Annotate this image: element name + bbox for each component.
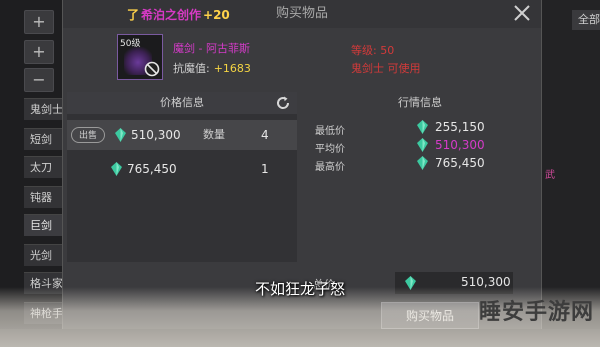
sell-badge: 出售 <box>71 127 105 143</box>
gem-currency-icon <box>417 156 428 170</box>
item-enhance-level: +20 <box>203 8 230 22</box>
collapse-button[interactable]: − <box>24 68 54 92</box>
price-listing-row[interactable]: 765,450 1 <box>67 154 297 184</box>
price-info-panel: 价格信息 出售 510,300 数量 4 765,450 1 <box>67 92 297 262</box>
sidebar-item-blunt[interactable]: 钝器 <box>24 186 62 208</box>
gem-currency-icon <box>111 162 122 176</box>
item-name-prefix: 了 <box>127 8 140 22</box>
market-max-value: 765,450 <box>435 156 485 170</box>
item-stat-value: +1683 <box>213 62 251 75</box>
refresh-icon[interactable] <box>275 95 291 111</box>
market-min-label: 最低价 <box>315 126 345 137</box>
filter-all-button[interactable]: 全部 <box>572 10 600 30</box>
item-name-text: 希泊之创作 <box>141 8 202 22</box>
item-stat-label: 抗魔值: <box>173 62 210 75</box>
market-info-title: 行情信息 <box>398 96 442 109</box>
requirement-level: 等级: 50 <box>351 44 395 57</box>
item-stat: 抗魔值: +1683 <box>173 60 251 76</box>
close-icon[interactable] <box>511 2 533 24</box>
site-watermark: 睡安手游网 <box>478 300 594 325</box>
listing-quantity: 1 <box>261 162 269 176</box>
sidebar-item-greatsword[interactable]: 巨剑 <box>24 214 62 236</box>
sidebar-item-katana[interactable]: 太刀 <box>24 156 62 178</box>
sidebar-item-ghost-swordsman[interactable]: 鬼剑士 <box>24 98 62 120</box>
gem-currency-icon <box>115 128 126 142</box>
item-name: 了希泊之创作 +20 <box>127 6 230 24</box>
market-min-value: 255,150 <box>435 120 485 134</box>
no-entry-icon <box>144 61 160 77</box>
item-icon-frame[interactable]: 50级 <box>117 34 163 80</box>
gem-currency-icon <box>417 120 428 134</box>
expand-button-1[interactable]: + <box>24 10 54 34</box>
listing-quantity: 4 <box>261 128 269 142</box>
requirement-class: 鬼剑士 可使用 <box>351 62 421 75</box>
market-avg-label: 平均价 <box>315 144 345 155</box>
gem-currency-icon <box>417 138 428 152</box>
sidebar-item-short-sword[interactable]: 短剑 <box>24 128 62 150</box>
sidebar-item-lightsaber[interactable]: 光剑 <box>24 244 62 266</box>
listing-price: 510,300 <box>131 128 181 142</box>
listing-price: 765,450 <box>127 162 177 176</box>
sidebar-item-gunner[interactable]: 神枪手 <box>24 302 62 324</box>
market-max-label: 最高价 <box>315 162 345 173</box>
item-class-text: 魔剑 - 阿古菲斯 <box>173 42 250 55</box>
quantity-label: 数量 <box>203 128 225 141</box>
price-listing-row[interactable]: 出售 510,300 数量 4 <box>67 120 297 150</box>
buy-button[interactable]: 购买物品 <box>381 302 479 329</box>
expand-button-2[interactable]: + <box>24 40 54 64</box>
market-info-panel: 行情信息 最低价 255,150 平均价 510,300 最高价 765,450 <box>303 92 537 202</box>
background-red-text: 武 <box>545 170 555 181</box>
market-avg-value: 510,300 <box>435 138 485 152</box>
price-info-title: 价格信息 <box>160 96 204 109</box>
